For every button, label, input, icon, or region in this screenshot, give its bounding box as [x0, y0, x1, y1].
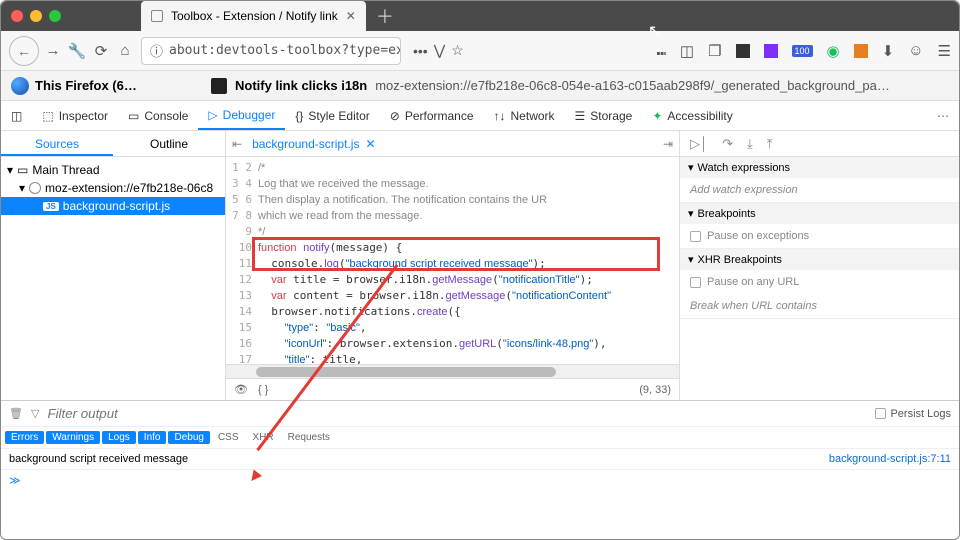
- account-icon[interactable]: ☺: [908, 42, 923, 59]
- tab-debugger[interactable]: ▷Debugger: [198, 101, 285, 130]
- home-button[interactable]: ⌂: [115, 42, 135, 59]
- pocket-icon[interactable]: ⋁: [434, 42, 445, 59]
- hamburger-icon[interactable]: ☰: [938, 42, 951, 60]
- download-icon[interactable]: ⬇: [882, 42, 895, 60]
- thread-row[interactable]: ▾▭Main Thread: [1, 161, 225, 179]
- tab-inspector[interactable]: ⬚Inspector: [32, 101, 118, 130]
- minimize-window-button[interactable]: [30, 10, 42, 22]
- wrench-icon[interactable]: 🔧: [67, 42, 87, 60]
- sources-tab[interactable]: Sources: [1, 131, 113, 156]
- extension-url: moz-extension://e7fb218e-06c8-054e-a163-…: [375, 78, 890, 93]
- editor-pane: ⇤ background-script.js✕ ⇥ 1 2 3 4 5 6 7 …: [226, 131, 679, 400]
- file-tab[interactable]: background-script.js✕: [252, 137, 375, 151]
- close-window-button[interactable]: [11, 10, 23, 22]
- filter-info[interactable]: Info: [138, 431, 167, 444]
- clear-console-icon[interactable]: 🗑: [9, 407, 23, 420]
- tab-title: Toolbox - Extension / Notify link: [171, 9, 338, 23]
- resume-icon[interactable]: ▷│: [690, 136, 708, 152]
- grammarly-icon[interactable]: ◉: [827, 42, 840, 60]
- source-file-row[interactable]: JSbackground-script.js: [1, 197, 225, 215]
- collapse-pane-icon[interactable]: ⇤: [232, 137, 242, 151]
- sources-pane: Sources Outline ▾▭Main Thread ▾moz-exten…: [1, 131, 226, 400]
- tab-favicon: [151, 10, 163, 22]
- tab-accessibility[interactable]: ✦Accessibility: [642, 101, 742, 130]
- filter-requests[interactable]: Requests: [282, 431, 336, 444]
- tab-console[interactable]: ▭Console: [118, 101, 198, 130]
- line-gutter: 1 2 3 4 5 6 7 8 9 10 11 12 13 14 15 16 1…: [226, 157, 258, 364]
- filter-logs[interactable]: Logs: [102, 431, 136, 444]
- devtools-tabs: ◫ ⬚Inspector ▭Console ▷Debugger {}Style …: [1, 101, 959, 131]
- filter-input[interactable]: [47, 406, 227, 421]
- origin-row[interactable]: ▾moz-extension://e7fb218e-06c8: [1, 179, 225, 197]
- maximize-window-button[interactable]: [49, 10, 61, 22]
- checkbox-icon[interactable]: [690, 231, 701, 242]
- traffic-lights: [11, 10, 61, 22]
- breakpoints-header[interactable]: ▾Breakpoints: [680, 203, 959, 224]
- onenote-icon[interactable]: [764, 44, 778, 58]
- container-icon[interactable]: ❐: [708, 42, 721, 60]
- message-source-link[interactable]: background-script.js:7:11: [829, 453, 951, 465]
- debugger-sidebar: ▷│ ↷ ⤓ ⤒ ▾Watch expressions Add watch ex…: [679, 131, 959, 400]
- ext-icon-2[interactable]: [854, 44, 868, 58]
- extension-name: Notify link clicks i18n: [235, 78, 367, 93]
- step-in-icon[interactable]: ⤓: [747, 136, 753, 152]
- this-firefox[interactable]: This Firefox (6…: [1, 77, 201, 95]
- firefox-logo-icon: [11, 77, 29, 95]
- code-editor[interactable]: /* Log that we received the message. The…: [258, 157, 679, 364]
- globe-icon: [29, 182, 41, 194]
- watch-header[interactable]: ▾Watch expressions: [680, 157, 959, 178]
- tab-performance[interactable]: ⊘Performance: [380, 101, 484, 130]
- pause-any-url[interactable]: Pause on any URL: [680, 270, 959, 294]
- cursor-position: (9, 33): [639, 384, 671, 396]
- devtools-more-icon[interactable]: ⋯: [927, 109, 959, 123]
- filter-errors[interactable]: Errors: [5, 431, 44, 444]
- filter-warnings[interactable]: Warnings: [46, 431, 100, 444]
- browser-toolbar: ← → 🔧 ⟳ ⌂ ⓘ about:devtools-toolbox?type=…: [1, 31, 959, 71]
- extension-puzzle-icon: [211, 78, 227, 94]
- window-titlebar: Toolbox - Extension / Notify link ✕ ＋ ↖: [1, 1, 959, 31]
- step-out-icon[interactable]: ⤒: [767, 136, 773, 152]
- xhr-url-input[interactable]: Break when URL contains: [680, 294, 959, 318]
- tab-storage[interactable]: ☰Storage: [565, 101, 643, 130]
- braces-icon[interactable]: { }: [258, 384, 268, 396]
- ext-icon-1[interactable]: [736, 44, 750, 58]
- info-icon[interactable]: ⓘ: [150, 41, 163, 60]
- persist-logs[interactable]: Persist Logs: [875, 408, 951, 420]
- xhr-breakpoints-header[interactable]: ▾XHR Breakpoints: [680, 249, 959, 270]
- tab-iframe-picker[interactable]: ◫: [1, 101, 32, 130]
- back-button[interactable]: ←: [9, 36, 39, 66]
- sidebar-icon[interactable]: ◫: [680, 42, 694, 60]
- funnel-icon[interactable]: ▽: [31, 407, 39, 420]
- filter-debug[interactable]: Debug: [168, 431, 209, 444]
- console-prompt[interactable]: ≫: [1, 469, 959, 491]
- meatball-icon[interactable]: •••: [413, 43, 428, 59]
- filter-css[interactable]: CSS: [212, 431, 245, 444]
- console-pane: 🗑 ▽ Persist Logs Errors Warnings Logs In…: [1, 401, 959, 496]
- checkbox-icon[interactable]: [690, 277, 701, 288]
- forward-button[interactable]: →: [43, 42, 63, 59]
- reload-button[interactable]: ⟳: [91, 42, 111, 60]
- add-watch[interactable]: Add watch expression: [680, 178, 959, 202]
- pause-exceptions[interactable]: Pause on exceptions: [680, 224, 959, 248]
- badge-100[interactable]: 100: [792, 45, 813, 57]
- console-message[interactable]: background script received message backg…: [1, 449, 959, 469]
- horizontal-scrollbar[interactable]: [226, 364, 679, 378]
- tab-network[interactable]: ↑↓Network: [484, 101, 565, 130]
- close-tab-icon[interactable]: ✕: [346, 9, 356, 23]
- expand-right-icon[interactable]: ⇥: [663, 137, 673, 151]
- close-file-icon[interactable]: ✕: [365, 137, 375, 151]
- js-badge-icon: JS: [43, 202, 59, 211]
- browser-tab[interactable]: Toolbox - Extension / Notify link ✕: [141, 1, 366, 31]
- extension-header: This Firefox (6… Notify link clicks i18n…: [1, 71, 959, 101]
- star-icon[interactable]: ☆: [451, 42, 464, 59]
- tab-style-editor[interactable]: {}Style Editor: [285, 101, 379, 130]
- eye-icon[interactable]: 👁: [234, 383, 248, 396]
- step-over-icon[interactable]: ↷: [722, 136, 733, 152]
- address-bar[interactable]: ⓘ about:devtools-toolbox?type=exte: [141, 37, 401, 65]
- new-tab-button[interactable]: ＋: [376, 3, 394, 29]
- outline-tab[interactable]: Outline: [113, 131, 225, 156]
- url-text: about:devtools-toolbox?type=exte: [169, 43, 401, 58]
- filter-xhr[interactable]: XHR: [247, 431, 280, 444]
- library-icon[interactable]: ⑉: [657, 42, 666, 59]
